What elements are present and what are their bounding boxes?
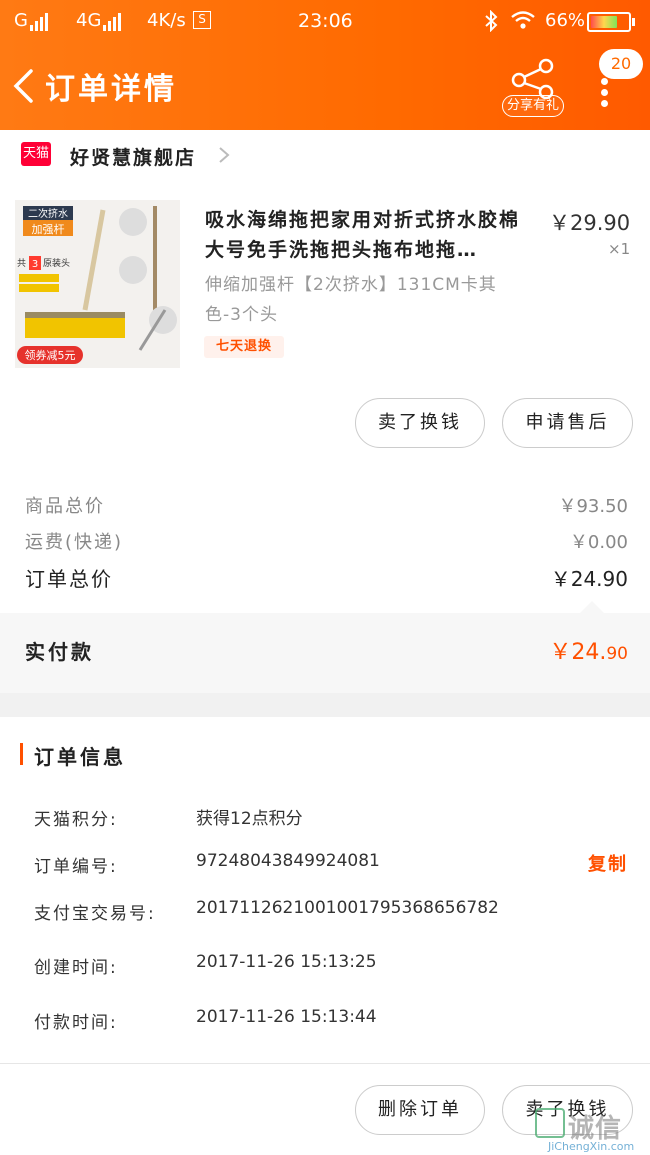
wifi-icon — [510, 10, 536, 35]
info-label-order-no: 订单编号: — [34, 857, 118, 877]
product-image[interactable]: 二次挤水 加强杆 共 3 原装头 领券减5元 — [15, 200, 180, 368]
battery-percent: 66% — [545, 10, 586, 31]
info-label-paid-time: 付款时间: — [34, 1013, 118, 1033]
image-count-suffix: 原装头 — [43, 257, 70, 269]
watermark-url: JiChengXin.com — [548, 1140, 635, 1153]
mop-illustration: 二次挤水 加强杆 共 3 原装头 领券减5元 — [15, 200, 180, 368]
image-coupon-text: 领券减5元 — [25, 348, 76, 362]
order-total-label: 订单总价 — [25, 567, 113, 591]
product-title[interactable]: 吸水海绵拖把家用对折式挤水胶棉大号免手洗拖把头拖布地拖… — [205, 205, 535, 265]
sell-for-cash-button[interactable]: 卖了换钱 — [355, 398, 485, 448]
section-divider — [0, 693, 650, 717]
shipping-value: ￥0.00 — [569, 532, 628, 553]
carrier-2: 4G — [76, 10, 123, 31]
info-label-points: 天猫积分: — [34, 810, 118, 830]
image-badge2-text: 加强杆 — [32, 222, 65, 236]
store-name[interactable]: 好贤慧旗舰店 — [70, 143, 196, 170]
info-value-paid-time: 2017-11-26 15:13:44 — [196, 1007, 377, 1027]
watermark-icon — [535, 1108, 565, 1138]
share-label: 分享有礼 — [502, 95, 564, 117]
status-bar: G 4G 4K/s S 23:06 66% — [0, 0, 650, 44]
image-count-prefix: 共 — [17, 258, 26, 269]
image-badge-text: 二次挤水 — [28, 207, 68, 220]
carrier-2-label: 4G — [76, 10, 102, 31]
info-value-order-no: 97248043849924081 — [196, 851, 380, 871]
battery-icon — [587, 12, 635, 32]
paid-value-int: ￥24. — [549, 640, 607, 665]
net-speed: 4K/s — [147, 10, 186, 31]
signal-icon — [29, 10, 50, 31]
page-title: 订单详情 — [45, 72, 177, 107]
goods-total-value: ￥93.50 — [558, 496, 628, 517]
paid-value: ￥24.90 — [549, 634, 628, 666]
paid-pointer — [580, 601, 604, 613]
order-total-value: ￥24.90 — [550, 567, 628, 591]
info-label-alipay-no: 支付宝交易号: — [34, 904, 156, 924]
back-arrow-icon[interactable] — [12, 68, 34, 104]
image-count: 3 — [32, 259, 38, 270]
shipping-label: 运费(快递) — [25, 532, 124, 553]
order-info-title: 订单信息 — [34, 745, 126, 769]
info-value-created: 2017-11-26 15:13:25 — [196, 952, 377, 972]
product-quantity: ×1 — [608, 240, 631, 258]
bluetooth-icon — [484, 9, 498, 37]
app-header: G 4G 4K/s S 23:06 66% 订单详情 分享有礼 20 — [0, 0, 650, 130]
sync-icon: S — [193, 11, 211, 29]
goods-total-label: 商品总价 — [25, 496, 105, 517]
paid-label: 实付款 — [25, 640, 94, 664]
apply-after-sale-button[interactable]: 申请售后 — [502, 398, 633, 448]
clock: 23:06 — [298, 10, 353, 32]
info-value-points: 获得12点积分 — [196, 809, 303, 829]
more-menu-icon[interactable] — [601, 78, 611, 107]
product-price: ￥29.90 — [549, 211, 631, 235]
info-label-created: 创建时间: — [34, 958, 118, 978]
tmall-logo: 天猫 — [21, 142, 51, 166]
carrier-1-label: G — [14, 10, 28, 31]
chevron-right-icon — [219, 147, 230, 163]
info-value-alipay-no: 2017112621001001795368656782 — [196, 898, 499, 918]
carrier-1: G — [14, 10, 50, 31]
return-policy-tag: 七天退换 — [204, 336, 284, 358]
signal-4g-icon — [103, 10, 123, 31]
delete-order-button[interactable]: 删除订单 — [355, 1085, 485, 1135]
product-sku: 伸缩加强杆【2次挤水】131CM卡其色-3个头 — [205, 275, 497, 325]
paid-value-decimal: 90 — [606, 644, 628, 664]
section-accent-bar — [20, 743, 23, 765]
message-badge[interactable]: 20 — [599, 49, 643, 79]
copy-button[interactable]: 复制 — [588, 850, 628, 876]
